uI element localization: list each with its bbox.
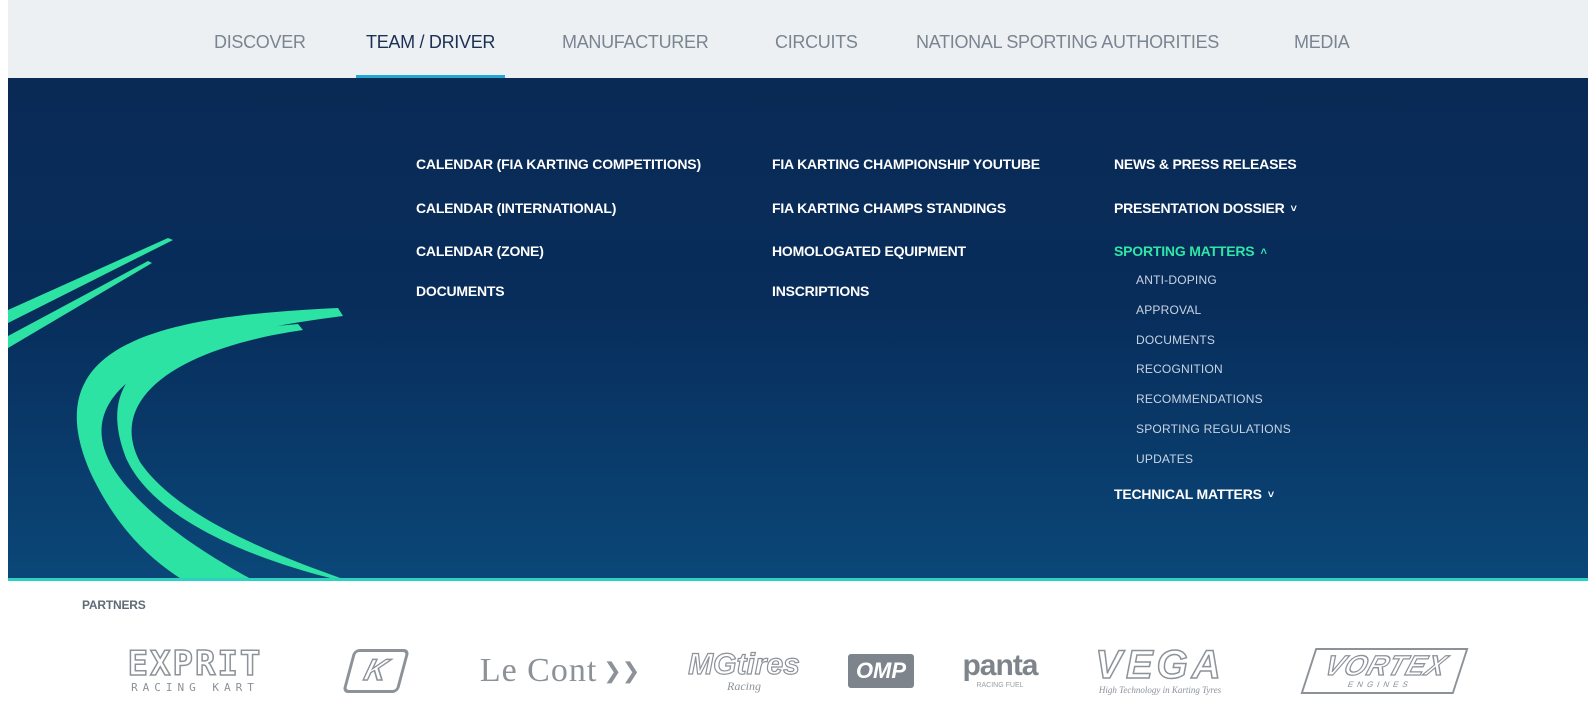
- tab-media[interactable]: MEDIA: [1294, 0, 1350, 78]
- menu-fia-karting-championship-youtube[interactable]: FIA KARTING CHAMPIONSHIP YOUTUBE: [772, 156, 1040, 172]
- omp-logo-text: OMP: [847, 654, 915, 688]
- menu-inscriptions[interactable]: INSCRIPTIONS: [772, 283, 869, 299]
- track-swoosh-graphic: [8, 238, 346, 580]
- vega-logo-subtext: High Technology in Karting Tyres: [1098, 685, 1222, 695]
- vega-logo-text: VEGA: [1095, 645, 1225, 687]
- tab-manufacturer[interactable]: MANUFACTURER: [562, 0, 709, 78]
- mgtires-logo-subtext: Racing: [726, 679, 761, 693]
- top-navigation: DISCOVER TEAM / DRIVER MANUFACTURER CIRC…: [8, 0, 1588, 78]
- submenu-documents[interactable]: DOCUMENTS: [1136, 333, 1215, 347]
- partner-logo-exprit[interactable]: EXPRIT RACING KART: [106, 645, 284, 697]
- partner-logo-lecont[interactable]: Le Cont ❯❯: [470, 645, 650, 697]
- menu-sporting-matters-label: SPORTING MATTERS: [1114, 243, 1255, 259]
- tab-national-sporting-authorities[interactable]: NATIONAL SPORTING AUTHORITIES: [916, 0, 1219, 78]
- menu-documents[interactable]: DOCUMENTS: [416, 283, 505, 299]
- menu-homologated-equipment[interactable]: HOMOLOGATED EQUIPMENT: [772, 243, 966, 259]
- tab-team-driver[interactable]: TEAM / DRIVER: [355, 0, 506, 78]
- submenu-updates[interactable]: UPDATES: [1136, 452, 1193, 466]
- submenu-recognition[interactable]: RECOGNITION: [1136, 362, 1223, 376]
- panta-logo-text: panta: [962, 649, 1038, 682]
- menu-presentation-dossier[interactable]: PRESENTATION DOSSIER ˅: [1114, 200, 1297, 216]
- partner-logo-mgtires[interactable]: MGtires Racing: [680, 645, 808, 697]
- menu-news-press-releases[interactable]: NEWS & PRESS RELEASES: [1114, 156, 1297, 172]
- chevron-up-icon: ˄: [1260, 246, 1267, 258]
- tab-circuits[interactable]: CIRCUITS: [775, 0, 858, 78]
- vortex-logo-subtext: ENGINES: [1346, 680, 1414, 689]
- submenu-approval[interactable]: APPROVAL: [1136, 303, 1201, 317]
- mgtires-logo-text: MGtires: [688, 648, 801, 681]
- panta-logo-subtext: RACING FUEL: [976, 682, 1024, 689]
- menu-calendar-fia-karting-competitions[interactable]: CALENDAR (FIA KARTING COMPETITIONS): [416, 156, 701, 172]
- vortex-logo-text: VORTEX: [1320, 649, 1452, 681]
- menu-fia-karting-champs-standings[interactable]: FIA KARTING CHAMPS STANDINGS: [772, 200, 1006, 216]
- k-logo-text: K: [342, 649, 410, 693]
- exprit-logo-text: EXPRIT: [127, 645, 263, 684]
- partner-logo-panta[interactable]: panta RACING FUEL: [950, 645, 1050, 697]
- exprit-logo-subtext: RACING KART: [131, 681, 259, 694]
- menu-technical-matters-label: TECHNICAL MATTERS: [1114, 486, 1262, 502]
- mega-menu-panel: CALENDAR (FIA KARTING COMPETITIONS) CALE…: [8, 78, 1588, 580]
- tab-discover[interactable]: DISCOVER: [214, 0, 306, 78]
- chevron-down-icon: ˅: [1290, 203, 1297, 215]
- menu-sporting-matters[interactable]: SPORTING MATTERS ˄: [1114, 243, 1267, 259]
- partner-logo-omp[interactable]: OMP: [845, 645, 917, 697]
- menu-presentation-dossier-label: PRESENTATION DOSSIER: [1114, 200, 1285, 216]
- lecont-logo-text: Le Cont: [479, 652, 598, 689]
- chevron-down-icon: ˅: [1267, 489, 1274, 501]
- partner-logo-vortex[interactable]: VORTEX ENGINES: [1296, 645, 1472, 697]
- submenu-anti-doping[interactable]: ANTI-DOPING: [1136, 273, 1217, 287]
- partner-logo-k[interactable]: K: [330, 645, 422, 697]
- menu-calendar-international[interactable]: CALENDAR (INTERNATIONAL): [416, 200, 616, 216]
- menu-technical-matters[interactable]: TECHNICAL MATTERS ˅: [1114, 486, 1274, 502]
- mega-menu-bottom-border: [8, 578, 1588, 581]
- menu-calendar-zone[interactable]: CALENDAR (ZONE): [416, 243, 544, 259]
- submenu-sporting-regulations[interactable]: SPORTING REGULATIONS: [1136, 422, 1291, 436]
- partners-heading: PARTNERS: [82, 598, 146, 612]
- partner-logo-vega[interactable]: VEGA High Technology in Karting Tyres: [1070, 645, 1250, 697]
- chevrons-icon: ❯❯: [603, 658, 641, 683]
- submenu-recommendations[interactable]: RECOMMENDATIONS: [1136, 392, 1263, 406]
